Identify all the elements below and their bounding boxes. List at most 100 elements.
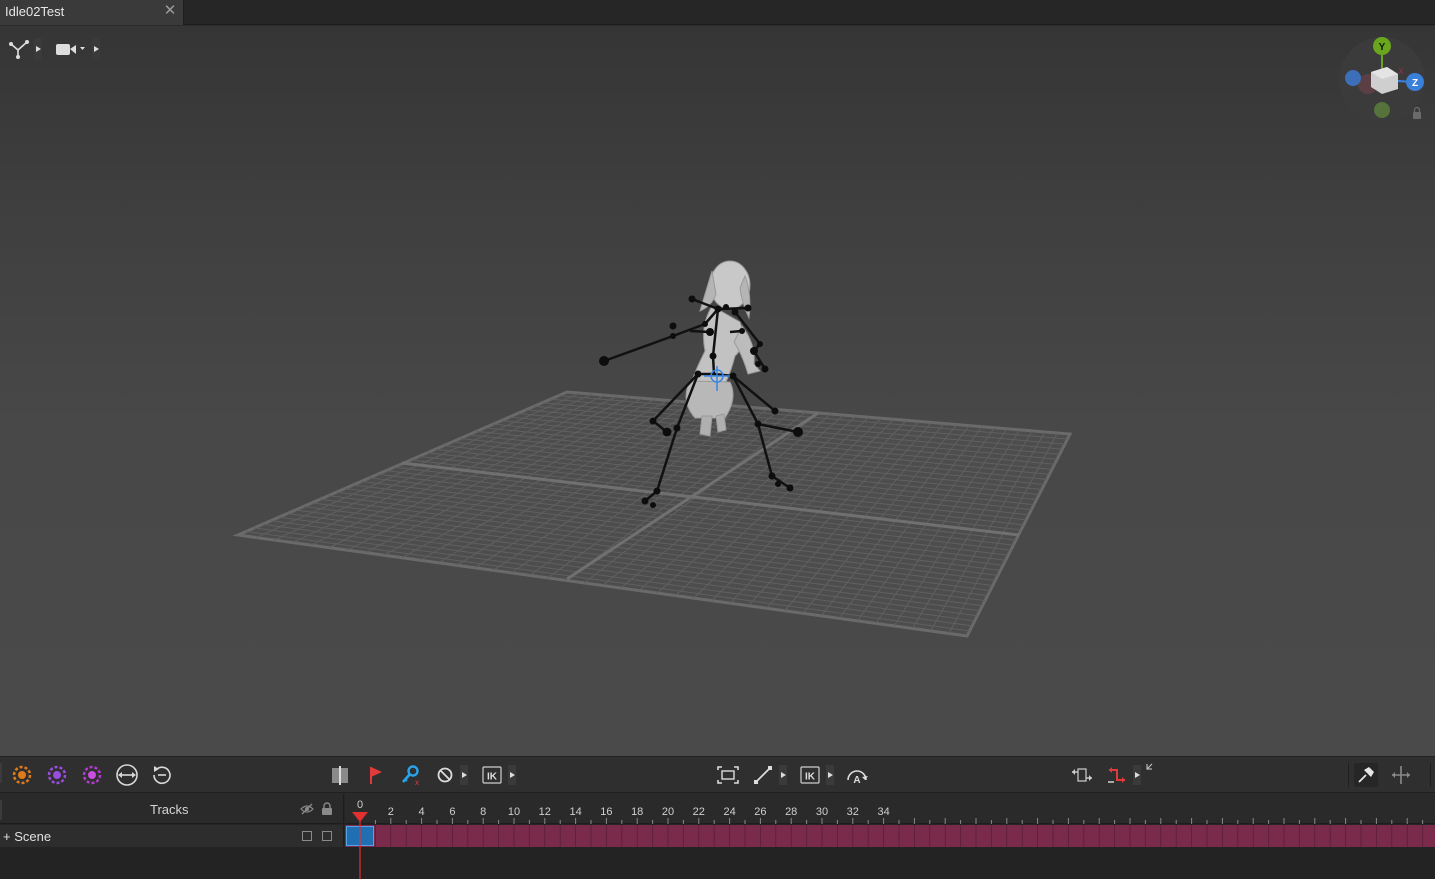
- disable-button[interactable]: [433, 763, 457, 787]
- auto-key-button[interactable]: A: [845, 763, 869, 787]
- animation-toolbar: x IK IK A: [0, 756, 1435, 793]
- tab-idle02test[interactable]: Idle02Test ✕: [0, 0, 184, 25]
- mirror-icon: [1108, 767, 1125, 783]
- fit-view-button[interactable]: [716, 763, 740, 787]
- camera-icon: [56, 44, 85, 55]
- caret-right-icon: [94, 46, 99, 52]
- clip-frame-cells: [359, 825, 1424, 847]
- auto-key-icon: A: [847, 770, 868, 786]
- animation-editor: Idle02Test ✕ Y Z X x IK IK A Tracks + Sc…: [0, 0, 1435, 879]
- ruler-label: 22: [692, 806, 705, 818]
- pin-icon: [1358, 767, 1374, 783]
- playhead[interactable]: [352, 812, 368, 879]
- ruler-label: 26: [754, 806, 767, 818]
- ruler-label: 0: [356, 799, 364, 811]
- lock-icon[interactable]: [320, 802, 334, 816]
- orientation-gizmo[interactable]: Y Z X: [1338, 36, 1428, 126]
- curve-icon: [754, 766, 772, 784]
- ruler-label: 10: [507, 806, 521, 818]
- timeline-panel: Tracks + Scene 0 2 4 6 8 10 12 14 16 18 20 22 24 26 28…: [0, 794, 1435, 879]
- disable-icon: [437, 767, 453, 783]
- ruler-label: 6: [449, 806, 456, 818]
- tracks-title: Tracks: [150, 802, 189, 817]
- ruler-label: 8: [480, 806, 487, 818]
- ik-icon: IK: [482, 766, 502, 784]
- tab-title: Idle02Test: [5, 4, 65, 19]
- frame-ruler[interactable]: 0 2 4 6 8 10 12 14 16 18 20 22 24 26 28 30 32 34: [345, 794, 1435, 824]
- toolbar-separator: [1348, 763, 1349, 787]
- lock-icon[interactable]: [1413, 112, 1421, 119]
- svg-text:x: x: [415, 778, 419, 786]
- mirror-dropdown[interactable]: [1133, 765, 1141, 785]
- clip-track[interactable]: [345, 825, 1435, 847]
- lock-checkbox[interactable]: [322, 831, 332, 841]
- fit-view-icon: [717, 766, 739, 784]
- track-label[interactable]: + Scene: [3, 829, 51, 844]
- curve-button[interactable]: [751, 763, 775, 787]
- ik-button-2[interactable]: IK: [798, 763, 822, 787]
- disable-dropdown[interactable]: [460, 765, 468, 785]
- snap-icon: [1392, 766, 1410, 784]
- ruler-label: 32: [846, 806, 859, 818]
- track-row-scene[interactable]: + Scene: [0, 825, 344, 847]
- 3d-viewport[interactable]: Y Z X: [0, 26, 1435, 756]
- swap-icon: [1072, 768, 1092, 782]
- ik-button[interactable]: IK: [480, 763, 504, 787]
- split-frame-icon: [332, 766, 348, 785]
- bone-select-tool[interactable]: [6, 36, 32, 62]
- gizmo-y-label: Y: [1379, 42, 1386, 53]
- ruler-label: 2: [387, 806, 394, 818]
- ruler-label: 14: [569, 806, 582, 818]
- refresh-axis-button[interactable]: [115, 763, 139, 787]
- scene-canvas: [232, 260, 1073, 638]
- reset-button[interactable]: [150, 763, 174, 787]
- ik-dropdown-2[interactable]: [826, 765, 834, 785]
- caret-right-icon: [509, 772, 515, 778]
- caret-right-icon: [1134, 772, 1140, 778]
- visibility-checkbox[interactable]: [302, 831, 312, 841]
- snap-button[interactable]: [1389, 763, 1413, 787]
- bone-select-dropdown[interactable]: [34, 38, 42, 60]
- grip-handle[interactable]: [0, 761, 4, 785]
- visibility-off-icon[interactable]: [300, 802, 314, 816]
- camera-tool[interactable]: [54, 36, 88, 62]
- ruler-label: 24: [723, 806, 736, 818]
- mirror-button[interactable]: [1105, 763, 1129, 787]
- swap-button[interactable]: [1070, 763, 1094, 787]
- ruler-label: 20: [661, 806, 675, 818]
- reset-icon: [153, 766, 171, 785]
- key-icon: x: [402, 765, 419, 786]
- ground-grid: [232, 390, 1073, 638]
- bone-gear-orange-button[interactable]: [10, 763, 34, 787]
- bone-select-icon: [9, 40, 29, 59]
- bone-gear-icon-purple: [47, 765, 67, 785]
- gizmo-x-label: X: [1398, 67, 1404, 76]
- refresh-axis-icon: [116, 764, 138, 786]
- ruler-label: 16: [600, 806, 613, 818]
- bone-gear-magenta-button[interactable]: [80, 763, 104, 787]
- ruler-label: 12: [538, 806, 551, 818]
- empty-track-area: [0, 847, 1435, 879]
- bone-gear-icon-orange: [12, 765, 32, 785]
- pin-button[interactable]: [1354, 763, 1378, 787]
- grip-handle[interactable]: [0, 798, 4, 822]
- ik-dropdown[interactable]: [508, 765, 516, 785]
- split-frame-button[interactable]: [328, 763, 352, 787]
- tab-bar: Idle02Test ✕: [0, 0, 1435, 25]
- curve-dropdown[interactable]: [779, 765, 787, 785]
- bone-gear-purple-button[interactable]: [45, 763, 69, 787]
- gizmo-z-label: Z: [1412, 78, 1418, 89]
- ik-label-2: IK: [805, 772, 816, 783]
- ruler-label: 28: [785, 806, 798, 818]
- camera-dropdown[interactable]: [92, 38, 100, 60]
- caret-right-icon: [461, 772, 467, 778]
- key-button[interactable]: x: [398, 763, 422, 787]
- marker-flag-button[interactable]: [364, 763, 388, 787]
- toolbar-separator: [1430, 763, 1431, 787]
- close-icon[interactable]: ✕: [163, 3, 177, 19]
- ruler-label: 18: [631, 806, 644, 818]
- ik-label: IK: [487, 772, 498, 783]
- bone-gear-icon-magenta: [82, 765, 102, 785]
- ruler-label: 4: [418, 806, 425, 818]
- marker-flag-icon: [370, 767, 382, 784]
